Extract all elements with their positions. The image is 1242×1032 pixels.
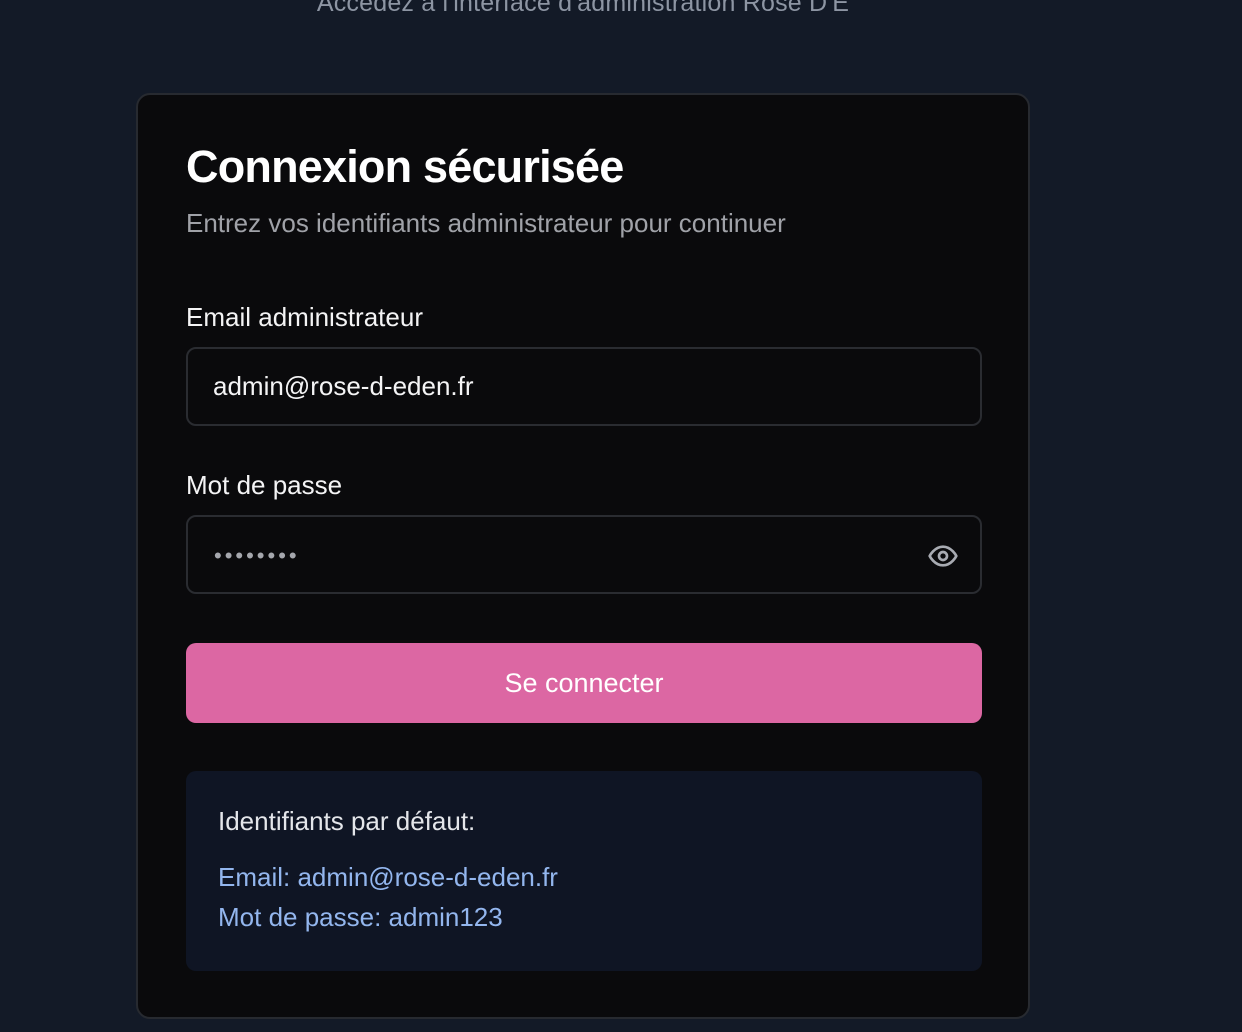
default-credentials-title: Identifiants par défaut:: [218, 806, 476, 836]
eye-icon[interactable]: [926, 539, 960, 573]
default-email-line: Email: admin@rose-d-eden.fr: [218, 862, 558, 892]
login-page: Accédez à l'interface d'administration R…: [0, 0, 1242, 1032]
password-value: ••••••••: [214, 543, 300, 568]
card-title: Connexion sécurisée: [186, 141, 624, 192]
default-credentials-box: Identifiants par défaut: Email: admin@ro…: [186, 771, 982, 971]
page-subtitle: Accédez à l'interface d'administration R…: [316, 0, 850, 17]
password-label: Mot de passe: [186, 470, 343, 500]
card-description: Entrez vos identifiants administrateur p…: [186, 208, 786, 238]
email-value: admin@rose-d-eden.fr: [213, 371, 474, 401]
email-label: Email administrateur: [186, 302, 423, 332]
email-field[interactable]: admin@rose-d-eden.fr: [186, 347, 982, 426]
password-field[interactable]: ••••••••: [186, 515, 982, 594]
login-card: Connexion sécurisée Entrez vos identifia…: [136, 93, 1030, 1019]
default-password-line: Mot de passe: admin123: [218, 902, 503, 932]
login-button[interactable]: Se connecter: [186, 643, 982, 723]
